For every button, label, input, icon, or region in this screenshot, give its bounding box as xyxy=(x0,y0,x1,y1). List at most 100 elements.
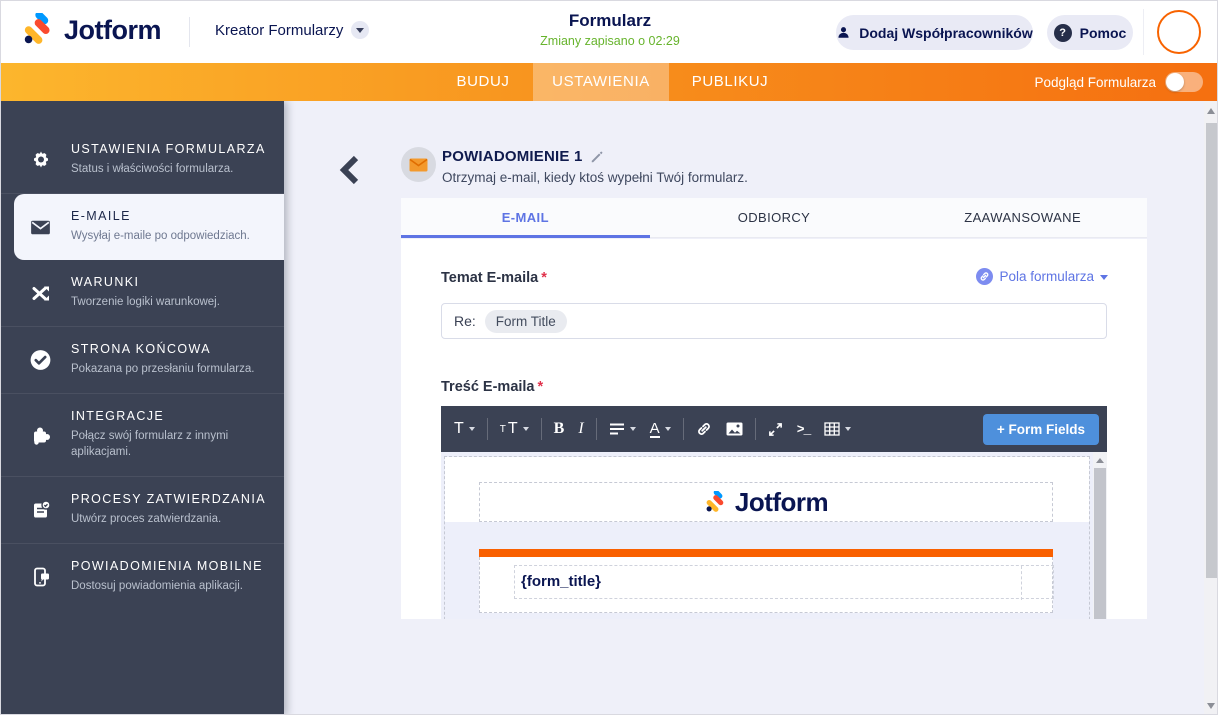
shuffle-icon xyxy=(27,280,54,307)
text-color-button[interactable]: A xyxy=(643,414,678,444)
form-title-tag[interactable]: {form_title} xyxy=(521,573,601,590)
subject-label: Temat E-maila * xyxy=(441,270,547,286)
notification-title: POWIADOMIENIE 1 xyxy=(442,148,583,165)
caret-icon xyxy=(468,427,475,431)
tab-publish[interactable]: PUBLIKUJ xyxy=(669,63,791,101)
sidebar-item-title: STRONA KOŃCOWA xyxy=(71,342,211,357)
template-orange-divider xyxy=(479,549,1053,557)
settings-main-panel: POWIADOMIENIE 1 Otrzymaj e-mail, kiedy k… xyxy=(284,101,1217,714)
jotform-logo-icon xyxy=(24,13,50,44)
person-icon xyxy=(838,27,849,38)
sidebar-item-form-settings[interactable]: USTAWIENIA FORMULARZA Status i właściwoś… xyxy=(1,127,284,194)
sidebar-item-emails[interactable]: E-MAILE Wysyłaj e-maile po odpowiedziach… xyxy=(14,193,284,261)
add-collaborators-button[interactable]: Dodaj Współpracowników xyxy=(836,15,1033,50)
scrollbar-thumb[interactable] xyxy=(1206,123,1217,578)
editor-scrollbar[interactable] xyxy=(1093,452,1107,619)
toolbar-divider xyxy=(682,418,684,440)
scrollbar-thumb[interactable] xyxy=(1094,468,1106,619)
jotform-logo-text: Jotform xyxy=(64,14,162,45)
sidebar-item-title: INTEGRACJE xyxy=(71,408,165,423)
sidebar-item-title: POWIADOMIENIA MOBILNE xyxy=(71,558,263,573)
check-circle-icon xyxy=(27,346,54,373)
top-header: Jotform Kreator Formularzy Formularz Zmi… xyxy=(1,1,1217,63)
toolbar-divider xyxy=(486,418,488,440)
template-title-block[interactable]: {form_title} xyxy=(479,557,1054,613)
scroll-up-arrow[interactable] xyxy=(1207,108,1215,114)
sidebar-item-title: PROCESY ZATWIERDZANIA xyxy=(71,492,266,507)
email-body-editor: T TT B I A >_ + Form Fields Jotform {for… xyxy=(441,406,1107,619)
insert-table-button[interactable] xyxy=(817,414,858,444)
toolbar-divider xyxy=(540,418,542,440)
sidebar-item-thank-you[interactable]: STRONA KOŃCOWA Pokazana po przesłaniu fo… xyxy=(1,327,284,394)
code-view-button[interactable]: >_ xyxy=(790,414,818,444)
form-title-block: Formularz Zmiany zapisano o 02:29 xyxy=(460,11,760,48)
tab-advanced[interactable]: ZAAWANSOWANE xyxy=(898,198,1147,237)
approval-icon xyxy=(27,496,54,523)
sidebar-item-title: E-MAILE xyxy=(71,208,131,223)
form-preview-toggle[interactable] xyxy=(1165,72,1203,92)
tab-settings[interactable]: USTAWIENIA xyxy=(533,63,669,101)
product-menu-label: Kreator Formularzy xyxy=(215,21,344,39)
jotform-logo-icon xyxy=(706,490,724,512)
edit-pencil-icon[interactable] xyxy=(590,150,604,164)
page-scrollbar[interactable] xyxy=(1204,101,1217,714)
template-logo-cell[interactable]: Jotform xyxy=(479,482,1053,522)
required-asterisk: * xyxy=(537,379,544,395)
expand-button[interactable] xyxy=(761,414,790,444)
insert-image-button[interactable] xyxy=(719,414,750,444)
user-avatar[interactable] xyxy=(1157,10,1201,54)
tab-build[interactable]: BUDUJ xyxy=(433,63,533,101)
form-fields-button[interactable]: + Form Fields xyxy=(982,414,1099,445)
header-divider xyxy=(189,17,190,47)
notification-desc: Otrzymaj e-mail, kiedy ktoś wypełni Twój… xyxy=(442,170,748,185)
email-settings-card: E-MAIL ODBIORCY ZAAWANSOWANE Temat E-mai… xyxy=(401,198,1147,619)
template-logo-text: Jotform xyxy=(734,486,829,517)
bold-button[interactable]: B xyxy=(547,414,572,444)
chevron-down-icon xyxy=(351,21,370,39)
form-preview-control: Podgląd Formularza xyxy=(1034,63,1203,101)
caret-icon xyxy=(664,427,671,431)
question-icon: ? xyxy=(1053,23,1072,42)
sidebar-item-desc: Połącz swój formularz z innymi aplikacja… xyxy=(71,429,229,459)
jotform-logo[interactable]: Jotform xyxy=(21,13,162,47)
sidebar-item-desc: Wysyłaj e-maile po odpowiedziach. xyxy=(71,229,250,242)
email-tab-content: Temat E-maila * Pola formularza Re: Form… xyxy=(401,239,1147,619)
product-menu[interactable]: Kreator Formularzy xyxy=(215,21,370,39)
image-icon xyxy=(726,422,743,436)
font-size-button[interactable]: TT xyxy=(493,414,536,444)
sidebar-item-conditions[interactable]: WARUNKI Tworzenie logiki warunkowej. xyxy=(1,260,284,328)
table-icon xyxy=(824,422,840,436)
subject-prefix: Re: xyxy=(454,313,476,329)
align-button[interactable] xyxy=(602,414,643,444)
save-status: Zmiany zapisano o 02:29 xyxy=(540,34,680,48)
align-left-icon xyxy=(609,423,624,435)
caret-icon xyxy=(629,427,636,431)
form-title-chip[interactable]: Form Title xyxy=(484,309,567,333)
email-subject-input[interactable]: Re: Form Title xyxy=(441,303,1107,339)
toggle-knob xyxy=(1166,73,1184,91)
back-button[interactable] xyxy=(338,154,364,188)
sidebar-item-approval-flows[interactable]: PROCESY ZATWIERDZANIA Utwórz proces zatw… xyxy=(1,477,284,544)
link-icon xyxy=(976,268,994,285)
cell-divider xyxy=(1021,566,1022,600)
help-button[interactable]: ? Pomoc xyxy=(1047,15,1133,50)
sidebar-item-desc: Status i właściwości formularza. xyxy=(71,163,234,175)
italic-button[interactable]: I xyxy=(571,414,590,444)
tab-recipients[interactable]: ODBIORCY xyxy=(650,198,899,237)
sidebar-item-desc: Tworzenie logiki warunkowej. xyxy=(71,296,220,309)
scroll-down-arrow[interactable] xyxy=(1207,703,1215,709)
form-fields-dropdown[interactable]: Pola formularza xyxy=(976,268,1108,285)
insert-link-button[interactable] xyxy=(689,414,719,444)
sidebar-item-mobile-notifications[interactable]: POWIADOMIENIA MOBILNE Dostosuj powiadomi… xyxy=(1,544,284,610)
sidebar-item-desc: Dostosuj powiadomienia aplikacji. xyxy=(71,579,243,592)
scroll-up-arrow[interactable] xyxy=(1096,458,1104,463)
builder-nav: BUDUJ USTAWIENIA PUBLIKUJ Podgląd Formul… xyxy=(1,63,1217,101)
caret-icon xyxy=(845,427,852,431)
font-family-button[interactable]: T xyxy=(447,414,482,444)
notification-email-icon xyxy=(401,147,436,182)
sidebar-item-integrations[interactable]: INTEGRACJE Połącz swój formularz z innym… xyxy=(1,394,284,478)
email-template-canvas[interactable]: Jotform {form_title} xyxy=(441,452,1107,619)
page-title: Formularz xyxy=(568,11,652,30)
settings-sidebar: USTAWIENIA FORMULARZA Status i właściwoś… xyxy=(1,101,284,714)
tab-email[interactable]: E-MAIL xyxy=(401,198,650,237)
